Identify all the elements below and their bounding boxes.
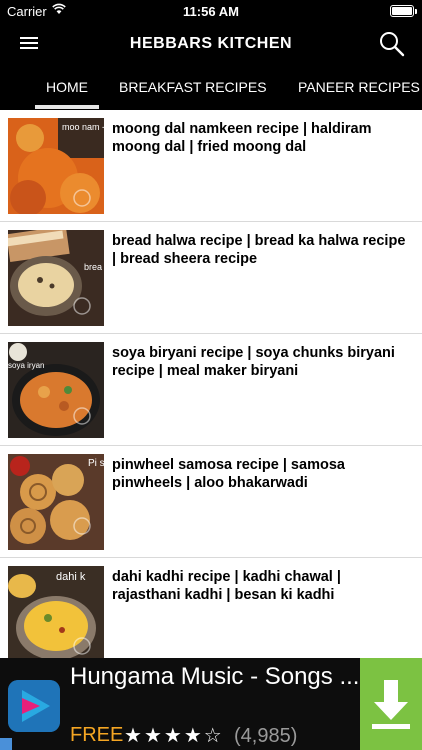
status-bar: Carrier 11:56 AM: [0, 0, 422, 22]
thumbnail-overlay-text: Pi s: [88, 458, 104, 469]
thumbnail-overlay-text: brea halv: [84, 262, 104, 272]
download-icon: [372, 680, 410, 729]
recipe-list: moo nam - haldi moong dal namkeen recipe…: [0, 110, 422, 658]
recipe-thumbnail: dahi k: [8, 566, 104, 658]
recipe-list-item[interactable]: soya iryan soya biryani recipe | soya ch…: [0, 334, 422, 446]
recipe-title: soya biryani recipe | soya chunks biryan…: [112, 345, 395, 379]
recipe-title: moong dal namkeen recipe | haldiram moon…: [112, 121, 372, 155]
recipe-list-item[interactable]: dahi k dahi kadhi recipe | kadhi chawal …: [0, 558, 422, 658]
recipe-list-item[interactable]: brea halv bread halwa recipe | bread ka …: [0, 222, 422, 334]
ad-price: FREE: [70, 724, 124, 746]
selected-tab-indicator: [35, 105, 99, 109]
star-filled-icon: ★: [124, 725, 144, 747]
recipe-thumbnail: brea halv: [8, 230, 104, 326]
recipe-title: pinwheel samosa recipe | samosa pinwheel…: [112, 457, 345, 491]
search-icon[interactable]: [378, 30, 406, 58]
recipe-list-item[interactable]: moo nam - haldi moong dal namkeen recipe…: [0, 110, 422, 222]
recipe-thumbnail: soya iryan: [8, 342, 104, 438]
tab-breakfast-recipes[interactable]: BREAKFAST RECIPES: [119, 79, 267, 95]
star-filled-icon: ★: [143, 725, 164, 747]
star-filled-icon: ★: [163, 725, 184, 747]
rating-stars: ★★★★☆: [124, 723, 224, 748]
rating-count: (4,985): [234, 725, 298, 747]
star-empty-icon: ☆: [203, 725, 224, 747]
thumbnail-overlay-text: dahi k: [56, 571, 86, 583]
ad-banner[interactable]: Hungama Music - Songs ... FREE ★★★★☆ (4,…: [0, 658, 422, 750]
app-bar: HEBBARS KITCHEN: [0, 22, 422, 66]
tab-paneer-recipes[interactable]: PANEER RECIPES: [298, 79, 420, 95]
recipe-title: dahi kadhi recipe | kadhi chawal | rajas…: [112, 569, 341, 603]
category-tabs: HOME BREAKFAST RECIPES PANEER RECIPES: [0, 66, 422, 110]
battery-icon: [390, 5, 417, 17]
status-time: 11:56 AM: [183, 4, 239, 19]
thumbnail-overlay-text: moo nam - haldi: [62, 122, 104, 132]
ad-info-icon[interactable]: [0, 738, 12, 750]
ad-app-name: Hungama Music - Songs ...: [70, 663, 360, 690]
menu-icon[interactable]: [20, 34, 42, 54]
play-triangle-icon: [8, 680, 60, 732]
thumbnail-overlay-text: soya iryan: [8, 361, 44, 370]
tab-home[interactable]: HOME: [46, 79, 88, 95]
star-filled-icon: ★: [183, 725, 204, 747]
recipe-thumbnail: Pi s: [8, 454, 104, 550]
recipe-thumbnail: moo nam - haldi: [8, 118, 104, 214]
app-title: HEBBARS KITCHEN: [129, 35, 293, 52]
download-button[interactable]: [360, 658, 422, 750]
recipe-list-item[interactable]: Pi s pinwheel samosa recipe | samosa pin…: [0, 446, 422, 558]
recipe-title: bread halwa recipe | bread ka halwa reci…: [112, 233, 406, 267]
